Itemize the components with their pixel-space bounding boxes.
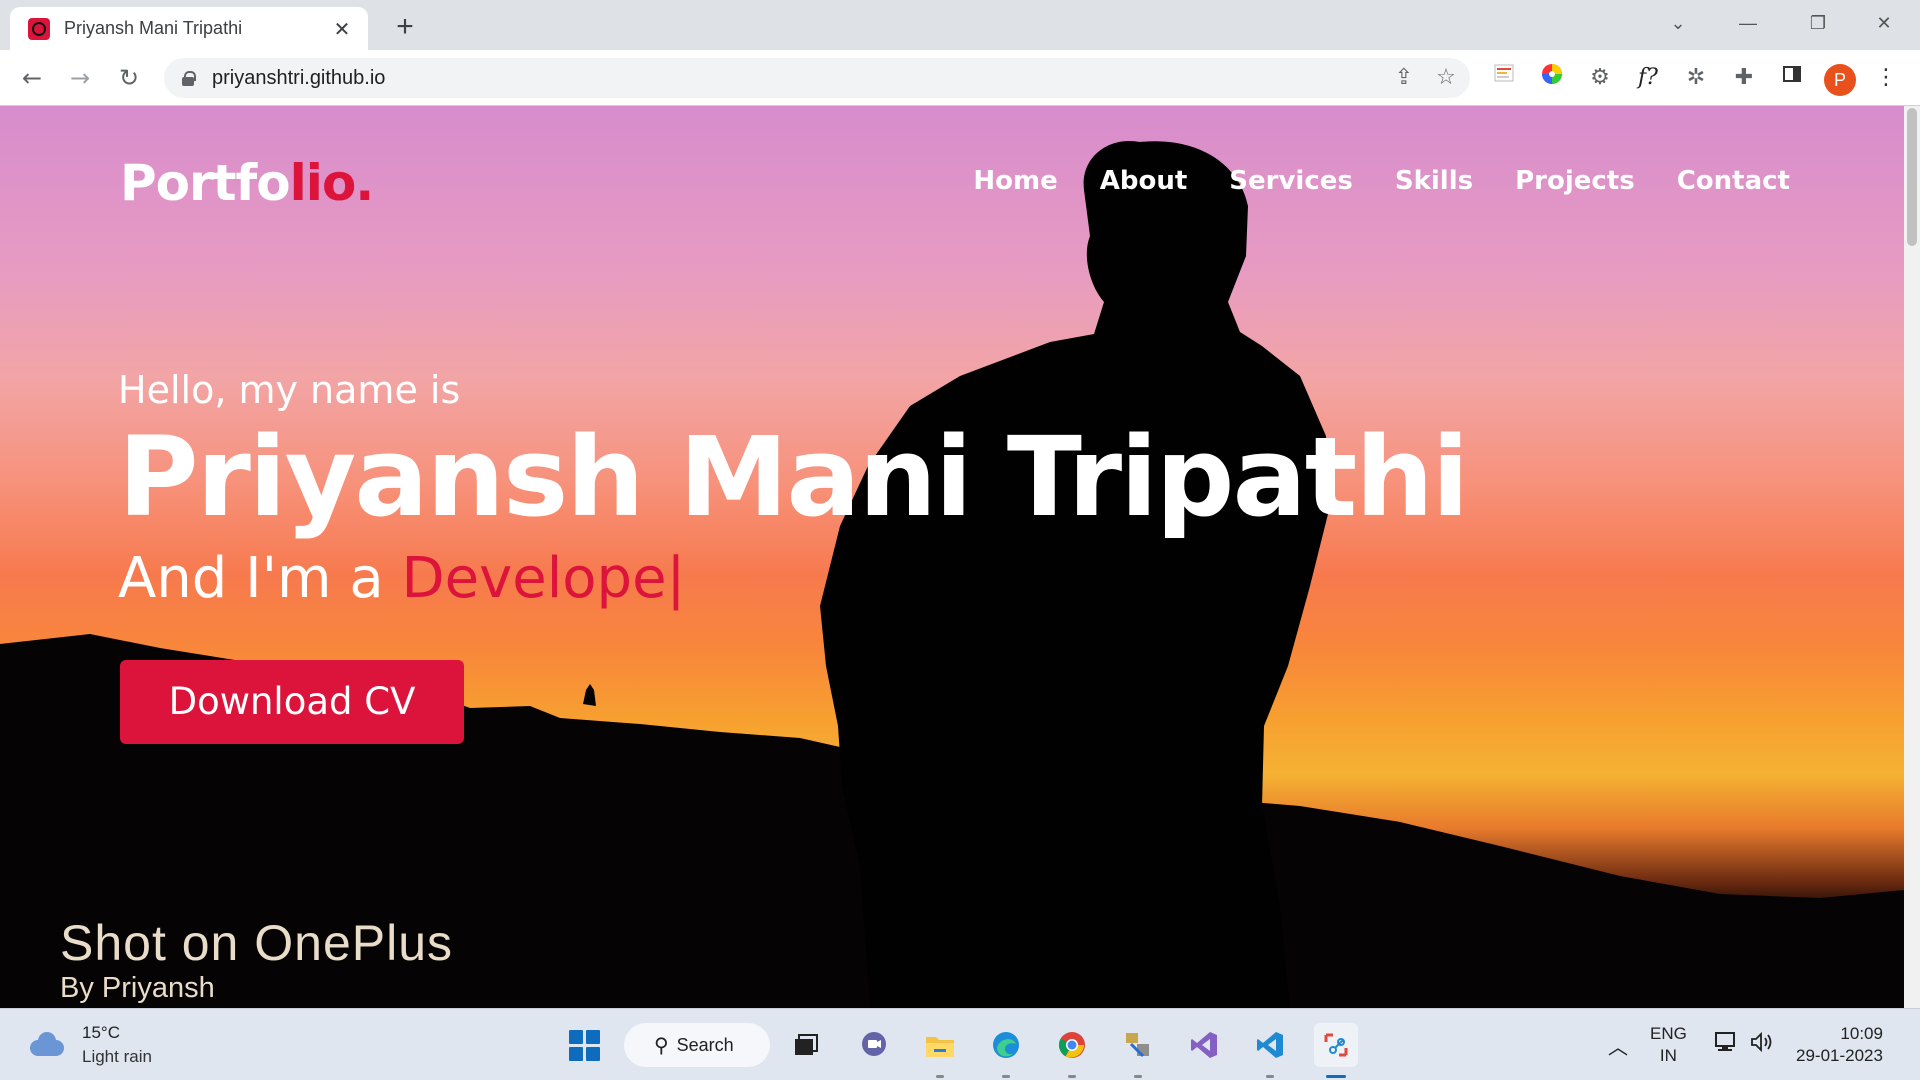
new-tab-button[interactable]: + — [388, 10, 422, 44]
site-logo[interactable]: Portfolio. — [120, 154, 375, 212]
main-nav: Home About Services Skills Projects Cont… — [973, 166, 1790, 196]
restore-button[interactable]: ❐ — [1790, 6, 1846, 40]
search-label: Search — [676, 1034, 734, 1055]
nav-contact[interactable]: Contact — [1677, 166, 1790, 196]
edge-browser-icon[interactable] — [984, 1023, 1028, 1067]
volume-icon[interactable] — [1750, 1031, 1774, 1058]
site-favicon-icon — [28, 17, 50, 40]
nav-about[interactable]: About — [1100, 166, 1188, 196]
region-code: IN — [1659, 1046, 1677, 1065]
tab-title: Priyansh Mani Tripathi — [64, 18, 243, 38]
windows-logo-icon — [568, 1029, 600, 1061]
url-text[interactable]: priyanshtri.github.io — [212, 67, 1386, 90]
visual-studio-icon[interactable] — [1182, 1023, 1226, 1067]
typing-cursor: | — [666, 546, 686, 611]
browser-tab[interactable]: Priyansh Mani Tripathi ✕ — [10, 7, 368, 50]
download-cv-button[interactable]: Download CV — [120, 660, 464, 744]
clock-time: 10:09 — [1840, 1024, 1883, 1043]
vscode-icon[interactable] — [1248, 1023, 1292, 1067]
site-header: Portfolio. Home About Services Skills Pr… — [120, 154, 1790, 224]
browser-menu-icon[interactable]: ⋮ — [1870, 62, 1902, 94]
clock-date: 29-01-2023 — [1796, 1046, 1883, 1065]
weather-description: Light rain — [82, 1047, 152, 1066]
role-prefix: And I'm a — [118, 546, 402, 611]
minimize-button[interactable]: — — [1720, 6, 1776, 40]
logo-text: Portfo — [120, 154, 291, 212]
bookmark-star-icon[interactable]: ☆ — [1428, 60, 1464, 96]
hero-greeting: Hello, my name is — [118, 368, 461, 412]
snipping-tool-icon[interactable] — [1314, 1023, 1358, 1067]
sidepanel-icon[interactable] — [1776, 62, 1808, 94]
search-icon: ⚲ — [654, 1034, 669, 1057]
color-wheel-icon[interactable] — [1536, 62, 1568, 94]
hero-role: And I'm a Develope| — [118, 546, 1467, 611]
task-view-icon[interactable] — [784, 1023, 828, 1067]
running-indicator — [1134, 1075, 1142, 1078]
clock[interactable]: 10:09 29-01-2023 — [1796, 1023, 1883, 1067]
share-icon[interactable]: ⇪ — [1386, 60, 1422, 96]
weather-temperature: 15°C — [82, 1023, 120, 1042]
active-app-indicator — [1326, 1075, 1346, 1078]
forward-arrow-icon[interactable]: → — [64, 62, 96, 94]
weather-widget[interactable]: 15°C Light rain — [26, 1023, 152, 1067]
role-typed-text: Develope — [401, 546, 667, 611]
close-window-button[interactable]: ✕ — [1856, 6, 1912, 40]
show-hidden-icons-icon[interactable]: ︿ — [1608, 1031, 1628, 1060]
font-finder-icon[interactable]: f? — [1632, 62, 1664, 94]
address-bar[interactable]: priyanshtri.github.io ⇪ ☆ — [164, 58, 1470, 98]
windows-taskbar: 15°C Light rain ⚲ Search ︿ ENG IN 10:09 … — [0, 1008, 1920, 1080]
profile-avatar[interactable]: P — [1824, 64, 1856, 96]
tab-search-icon[interactable]: ⌄ — [1650, 6, 1706, 40]
tab-strip: Priyansh Mani Tripathi ✕ + ⌄ — ❐ ✕ — [0, 0, 1920, 50]
running-indicator — [1266, 1075, 1274, 1078]
network-tool-icon[interactable] — [1116, 1023, 1160, 1067]
bug-icon[interactable]: ✲ — [1680, 62, 1712, 94]
page-viewport: Portfolio. Home About Services Skills Pr… — [0, 106, 1904, 1008]
running-indicator — [1068, 1075, 1076, 1078]
nav-projects[interactable]: Projects — [1515, 166, 1635, 196]
gear-badge-icon[interactable]: ⚙ — [1584, 62, 1616, 94]
network-icon[interactable] — [1714, 1031, 1738, 1058]
language-indicator[interactable]: ENG IN — [1650, 1023, 1687, 1067]
taskbar-search[interactable]: ⚲ Search — [624, 1023, 770, 1067]
scrollbar-thumb[interactable] — [1907, 108, 1917, 246]
puzzle-icon[interactable]: ✚ — [1728, 62, 1760, 94]
browser-toolbar: ← → ↻ priyanshtri.github.io ⇪ ☆ ⚙ f? ✲ ✚… — [0, 50, 1920, 106]
back-arrow-icon[interactable]: ← — [16, 62, 48, 94]
rain-cloud-icon — [26, 1030, 66, 1060]
language-code: ENG — [1650, 1024, 1687, 1043]
close-tab-icon[interactable]: ✕ — [330, 17, 354, 41]
start-button[interactable] — [562, 1023, 606, 1067]
page-scrollbar[interactable] — [1904, 106, 1920, 1008]
teams-chat-icon[interactable] — [852, 1023, 896, 1067]
nav-skills[interactable]: Skills — [1395, 166, 1473, 196]
lock-icon[interactable] — [182, 71, 196, 86]
list-extension-icon[interactable] — [1488, 62, 1520, 94]
nav-home[interactable]: Home — [973, 166, 1057, 196]
nav-services[interactable]: Services — [1229, 166, 1353, 196]
watermark-title: Shot on OnePlus — [60, 915, 454, 971]
running-indicator — [1002, 1075, 1010, 1078]
running-indicator — [936, 1075, 944, 1078]
file-explorer-icon[interactable] — [918, 1023, 962, 1067]
watermark-credit: By Priyansh — [60, 972, 215, 1004]
chrome-icon[interactable] — [1050, 1023, 1094, 1067]
logo-accent-text: lio. — [289, 154, 375, 212]
photo-watermark: Shot on OnePlus By Priyansh — [60, 914, 453, 1005]
hero-text: Hello, my name is Priyansh Mani Tripathi… — [118, 368, 1469, 611]
reload-icon[interactable]: ↻ — [113, 62, 145, 94]
hero-name: Priyansh Mani Tripathi — [118, 413, 1469, 541]
